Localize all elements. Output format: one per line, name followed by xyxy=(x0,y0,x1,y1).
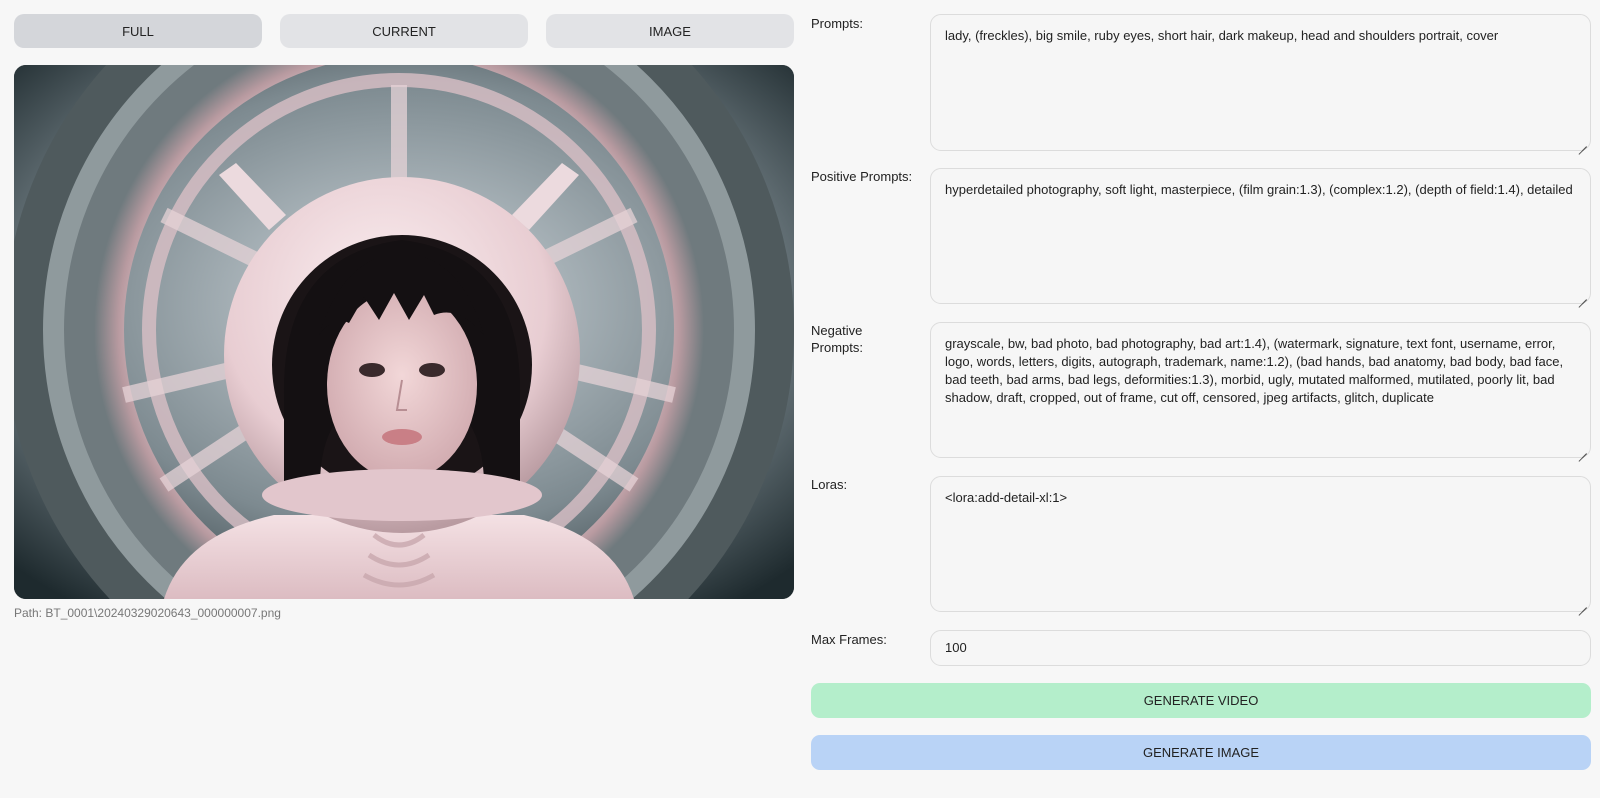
max-frames-label: Max Frames: xyxy=(811,632,887,647)
resize-grip-icon[interactable] xyxy=(1578,599,1587,608)
loras-label: Loras: xyxy=(811,477,848,492)
loras-textarea[interactable]: <lora:add-detail-xl:1> xyxy=(930,476,1591,612)
image-preview xyxy=(14,65,794,599)
tab-image[interactable]: IMAGE xyxy=(546,14,794,48)
tab-full[interactable]: FULL xyxy=(14,14,262,48)
image-path: Path: BT_0001\20240329020643_000000007.p… xyxy=(14,606,281,620)
prompts-textarea[interactable]: lady, (freckles), big smile, ruby eyes, … xyxy=(930,14,1591,151)
negative-prompts-value: grayscale, bw, bad photo, bad photograph… xyxy=(945,336,1567,405)
negative-prompts-label: Negative Prompts: xyxy=(811,323,864,355)
generate-video-button[interactable]: GENERATE VIDEO xyxy=(811,683,1591,718)
max-frames-value: 100 xyxy=(945,640,967,655)
prompts-value: lady, (freckles), big smile, ruby eyes, … xyxy=(945,28,1499,43)
positive-prompts-textarea[interactable]: hyperdetailed photography, soft light, m… xyxy=(930,168,1591,304)
resize-grip-icon[interactable] xyxy=(1578,445,1587,454)
resize-grip-icon[interactable] xyxy=(1578,138,1587,147)
portrait-image xyxy=(14,65,794,599)
positive-prompts-label: Positive Prompts: xyxy=(811,169,913,184)
prompts-label: Prompts: xyxy=(811,16,864,31)
negative-prompts-textarea[interactable]: grayscale, bw, bad photo, bad photograph… xyxy=(930,322,1591,458)
positive-prompts-value: hyperdetailed photography, soft light, m… xyxy=(945,182,1573,197)
loras-value: <lora:add-detail-xl:1> xyxy=(945,490,1068,505)
resize-grip-icon[interactable] xyxy=(1578,291,1587,300)
view-tabs: FULL CURRENT IMAGE xyxy=(14,14,794,48)
generate-image-button[interactable]: GENERATE IMAGE xyxy=(811,735,1591,770)
app-window: FULL CURRENT IMAGE Path: BT_0001\2024032… xyxy=(0,0,1600,798)
tab-current[interactable]: CURRENT xyxy=(280,14,528,48)
max-frames-input[interactable]: 100 xyxy=(930,630,1591,666)
